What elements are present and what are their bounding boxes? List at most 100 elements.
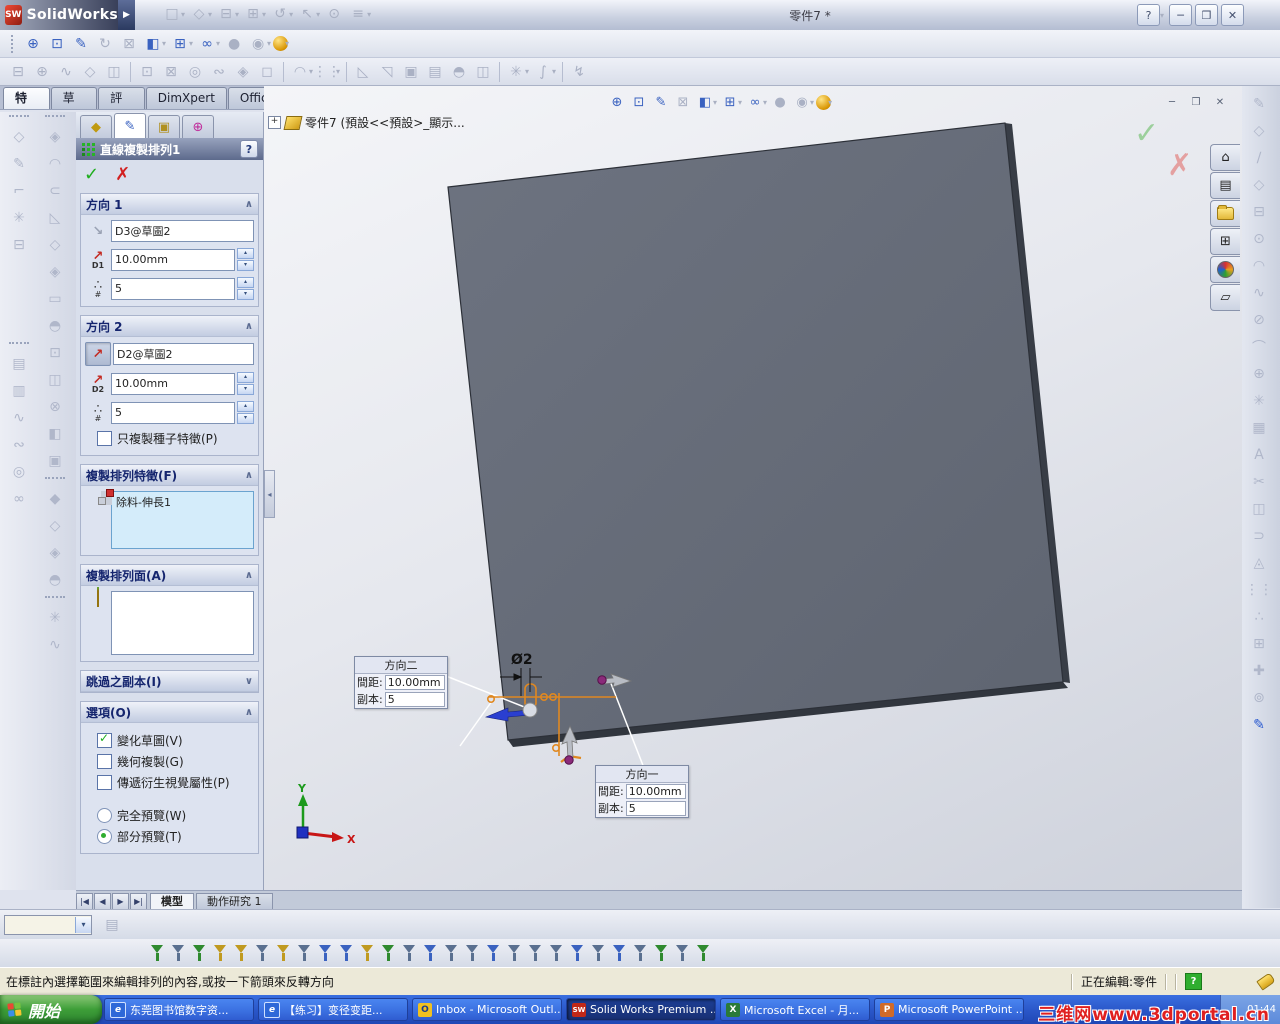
- doc-close-button[interactable]: ✕: [1211, 95, 1229, 110]
- direction1-callout[interactable]: 方向一 間距: 10.00mm 副本: 5: [595, 765, 689, 818]
- close-button[interactable]: ✕: [1221, 4, 1244, 26]
- faces-to-pattern-list[interactable]: [111, 591, 254, 655]
- first-tab-button[interactable]: |◀: [76, 893, 93, 910]
- start-button[interactable]: 開始: [0, 995, 102, 1024]
- feature-tree-root-label[interactable]: 零件7 (預設<<預設>_顯示...: [305, 114, 465, 131]
- layer-combo[interactable]: ▾: [4, 914, 92, 935]
- solidworks-resources-tab[interactable]: ⌂: [1210, 144, 1240, 171]
- display-relations-icon[interactable]: ⊞: [1246, 630, 1272, 657]
- spiral-tool-icon[interactable]: ∞: [6, 485, 32, 512]
- tag-icon[interactable]: [1256, 972, 1276, 991]
- filter-faces-icon[interactable]: [211, 943, 232, 963]
- reference-axis-icon[interactable]: ✳: [42, 604, 68, 631]
- instant3d-icon[interactable]: ↯: [567, 61, 591, 83]
- pan-view-icon[interactable]: ⊠: [117, 33, 141, 55]
- collapse-chevron-icon[interactable]: ∧: [245, 470, 253, 481]
- taskbar-item-outlook[interactable]: O Inbox - Microsoft Outl...: [412, 998, 562, 1021]
- boundary-boss-icon[interactable]: ◫: [102, 61, 126, 83]
- spin-down-icon[interactable]: ▾: [237, 260, 254, 271]
- sheetmetal-rip-icon[interactable]: ⊡: [42, 339, 68, 366]
- filter-edges-icon[interactable]: [190, 943, 211, 963]
- direction1-count-field[interactable]: 5: [111, 277, 235, 300]
- filter-gtol-icon[interactable]: [526, 943, 547, 963]
- filter-connection-points-icon[interactable]: [652, 943, 673, 963]
- sheetmetal-lofted-icon[interactable]: ◓: [42, 312, 68, 339]
- wrap-icon[interactable]: ▤: [423, 61, 447, 83]
- rib-icon[interactable]: ◺: [351, 61, 375, 83]
- filter-datum-targets-icon[interactable]: [610, 943, 631, 963]
- text-icon[interactable]: A: [1246, 441, 1272, 468]
- spin-up-icon[interactable]: ▴: [237, 277, 254, 288]
- filter-planes-icon[interactable]: [274, 943, 295, 963]
- direction2-header[interactable]: 方向 2 ∧: [81, 316, 258, 337]
- tab-evaluate[interactable]: 評估: [98, 87, 145, 126]
- draft-icon[interactable]: ◹: [375, 61, 399, 83]
- direction2-callout[interactable]: 方向二 間距: 10.00mm 副本: 5: [354, 656, 448, 709]
- pm-help-button[interactable]: ?: [240, 140, 258, 158]
- filter-centerline-icon[interactable]: [400, 943, 421, 963]
- direction2-count-field[interactable]: 5: [111, 401, 235, 424]
- spacing-value[interactable]: 10.00mm: [384, 674, 445, 690]
- rotate-view-icon[interactable]: ↻: [93, 33, 117, 55]
- shadow-icon[interactable]: ●: [769, 92, 791, 112]
- sheetmetal-vent-icon[interactable]: ◫: [42, 366, 68, 393]
- instances-value[interactable]: 5: [384, 691, 445, 707]
- file-explorer-tab[interactable]: [1210, 200, 1240, 227]
- filter-axes-icon[interactable]: [253, 943, 274, 963]
- minimize-button[interactable]: ─: [1169, 4, 1192, 26]
- filter-center-marks-icon[interactable]: [379, 943, 400, 963]
- mold-tool-icon-2[interactable]: ◇: [42, 512, 68, 539]
- sketch-icon[interactable]: ✎: [1246, 90, 1272, 117]
- dome-icon[interactable]: ◓: [447, 61, 471, 83]
- mold-tool-icon-4[interactable]: ◓: [42, 566, 68, 593]
- sheetmetal-flange-icon[interactable]: ⊂: [42, 177, 68, 204]
- slot-icon[interactable]: ⊟: [1246, 198, 1272, 225]
- filter-vertices-icon[interactable]: [169, 943, 190, 963]
- tab-features[interactable]: 特徵: [3, 87, 50, 126]
- feature-tree-root[interactable]: + 零件7 (預設<<預設>_顯示...: [268, 114, 465, 131]
- spin-down-icon[interactable]: ▾: [237, 384, 254, 395]
- expand-chevron-icon[interactable]: ∨: [245, 676, 253, 687]
- view-palette-tab[interactable]: ⊞: [1210, 228, 1240, 255]
- confirm-ok-icon[interactable]: ✓: [1134, 116, 1159, 151]
- spacing-value[interactable]: 10.00mm: [625, 783, 686, 799]
- mirror-icon[interactable]: ◫: [471, 61, 495, 83]
- rapid-sketch-icon[interactable]: ✎: [1246, 711, 1272, 738]
- mold-tool-icon-3[interactable]: ◈: [42, 539, 68, 566]
- filter-dimensions-icon[interactable]: [421, 943, 442, 963]
- filter-notes-icon[interactable]: [484, 943, 505, 963]
- geometry-pattern-checkbox[interactable]: [97, 754, 112, 769]
- zoom-area-icon[interactable]: ⊡: [45, 33, 69, 55]
- instances-value[interactable]: 5: [625, 800, 686, 816]
- filter-datums-icon[interactable]: [547, 943, 568, 963]
- menu-expand-arrow[interactable]: ▶: [118, 0, 135, 30]
- surface-tool-icon-2[interactable]: ▥: [6, 377, 32, 404]
- filter-solid-bodies-icon[interactable]: [232, 943, 253, 963]
- filter-sketches-icon[interactable]: [316, 943, 337, 963]
- layer-properties-icon[interactable]: ▤: [100, 914, 124, 936]
- filter-toggle-icon[interactable]: [148, 943, 169, 963]
- ellipse-icon[interactable]: ⊘: [1246, 306, 1272, 333]
- shell-icon[interactable]: ▣: [399, 61, 423, 83]
- pin-icon[interactable]: ⊙: [322, 3, 346, 25]
- restore-button[interactable]: ❒: [1195, 4, 1218, 26]
- collapse-chevron-icon[interactable]: ∧: [245, 707, 253, 718]
- point-tool-icon[interactable]: ✳: [6, 204, 32, 231]
- doc-restore-button[interactable]: ❒: [1187, 95, 1205, 110]
- shadow-sphere-icon[interactable]: ●: [222, 33, 246, 55]
- direction2-reference-field[interactable]: D2@草圖2: [113, 343, 254, 365]
- direction2-reverse-button[interactable]: ↗: [85, 342, 111, 366]
- configuration-manager-tab[interactable]: ▣: [148, 115, 180, 138]
- pm-cancel-button[interactable]: ✗: [115, 164, 130, 185]
- surface-tool-icon-1[interactable]: ▤: [6, 350, 32, 377]
- filter-annotations-icon[interactable]: [463, 943, 484, 963]
- extruded-cut-icon[interactable]: ⊡: [135, 61, 159, 83]
- pm-ok-button[interactable]: ✓: [84, 164, 99, 185]
- mirror-entities-icon[interactable]: ◬: [1246, 549, 1272, 576]
- taskbar-item-ie-library[interactable]: e 东莞图书馆数字资...: [104, 998, 254, 1021]
- vary-sketch-checkbox[interactable]: [97, 731, 112, 748]
- appearances-tab[interactable]: [1210, 256, 1240, 283]
- point-icon[interactable]: ✳: [1246, 387, 1272, 414]
- sheetmetal-corner-icon[interactable]: ◺: [42, 204, 68, 231]
- collapse-chevron-icon[interactable]: ∧: [245, 321, 253, 332]
